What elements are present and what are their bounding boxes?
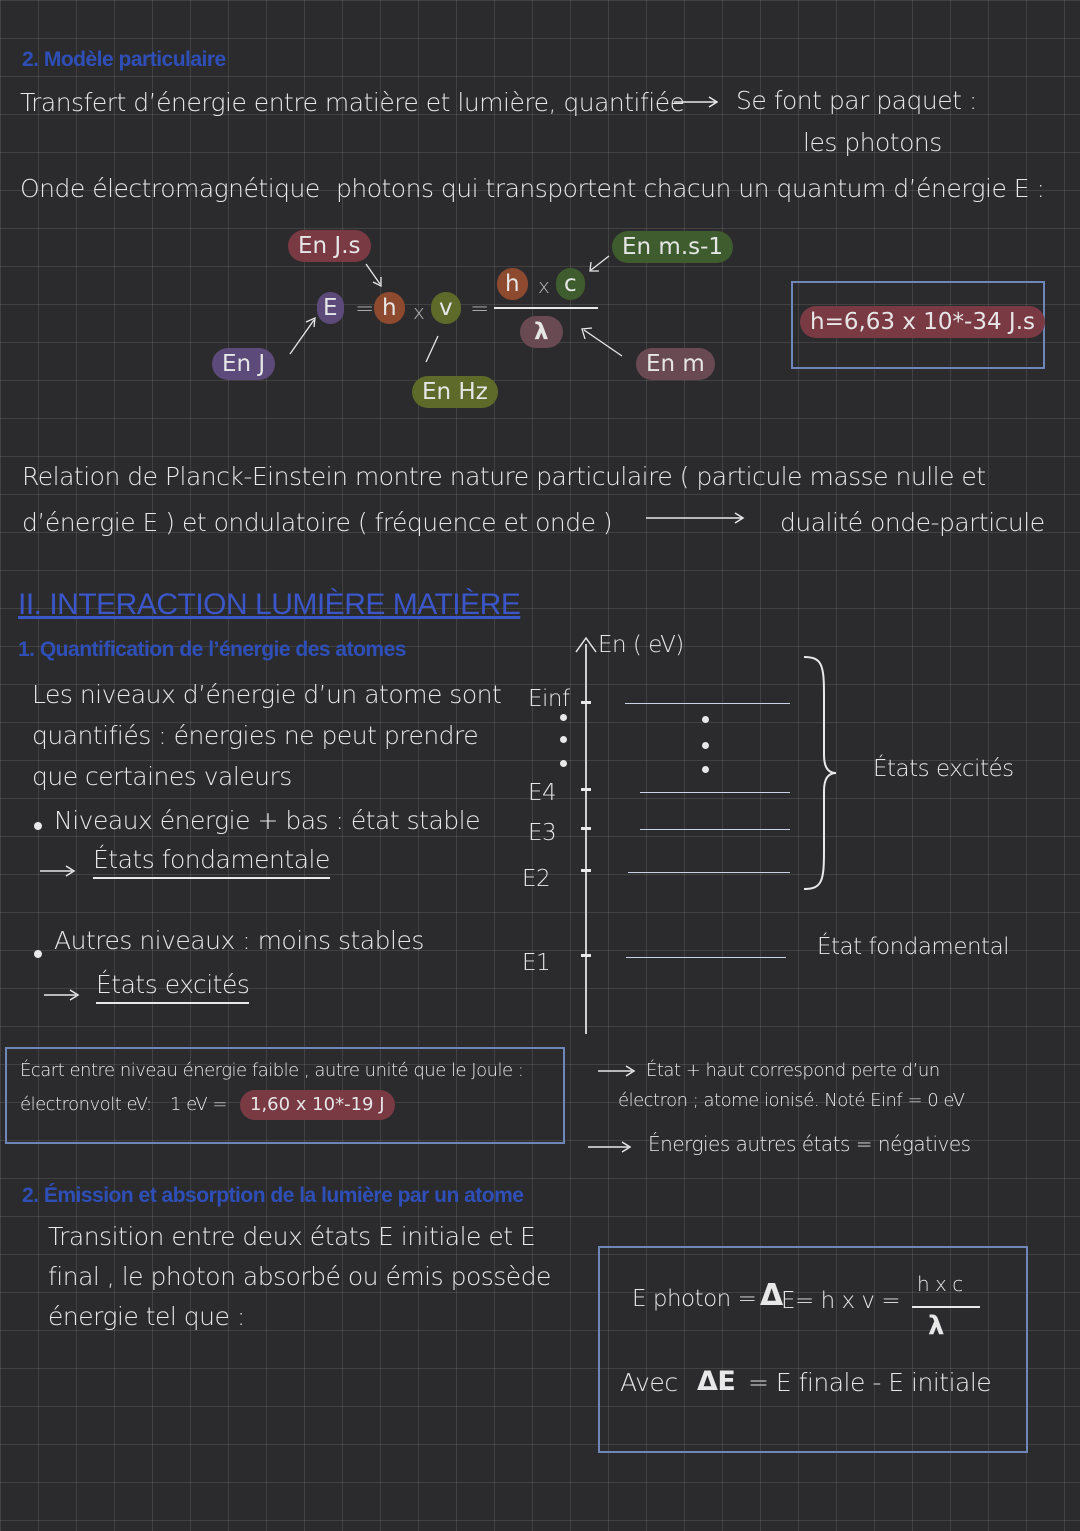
fraction-bar xyxy=(494,307,598,309)
formula-h-num: h xyxy=(497,268,528,300)
bullet-stable: Niveaux énergie + bas : état stable xyxy=(54,806,480,835)
excited-state-label: États excités xyxy=(96,970,250,1004)
section-heading-particle: 2. Modèle particulaire xyxy=(22,48,226,71)
relation-text-1: Relation de Planck-Einstein montre natur… xyxy=(22,462,986,491)
equals-sign: = xyxy=(470,296,489,322)
delta-e-symbol: ΔE xyxy=(697,1366,736,1397)
formula-c: c xyxy=(556,268,585,300)
ellipsis-dot xyxy=(702,716,709,723)
ellipsis-dot xyxy=(560,714,567,721)
bullet-icon xyxy=(34,950,42,958)
curly-brace-icon xyxy=(803,656,837,890)
times-sign: x xyxy=(538,274,550,298)
formula-h: h xyxy=(374,292,405,324)
level-e1-line xyxy=(626,957,786,958)
ev-box-text-1: Écart entre niveau énergie faible , autr… xyxy=(20,1060,524,1081)
level-e3-line xyxy=(640,829,790,830)
arrow-right-icon xyxy=(674,96,719,108)
fraction-bar xyxy=(912,1306,980,1308)
note-negative: Énergies autres états = négatives xyxy=(648,1132,971,1156)
equals-sign: = xyxy=(355,296,374,322)
photons-label: les photons xyxy=(803,128,942,157)
ground-state-diagram-label: État fondamental xyxy=(817,934,1010,960)
times-sign: x xyxy=(413,300,425,324)
arrow-icon xyxy=(589,255,610,272)
ellipsis-dot xyxy=(702,766,709,773)
avec-label: Avec xyxy=(620,1368,678,1397)
unit-j-label: En J xyxy=(212,348,276,380)
formula-e: E xyxy=(317,292,344,324)
section-title-interaction: II. INTERACTION LUMIÈRE MATIÈRE xyxy=(18,588,521,621)
arrow-right-icon xyxy=(44,989,80,1001)
ev-box-text-3: 1 eV = xyxy=(170,1094,227,1115)
levels-text-1: Les niveaux d’énergie d’un atome sont xyxy=(32,680,502,709)
bullet-icon xyxy=(34,822,42,830)
delta-e-definition: = E finale - E initiale xyxy=(748,1368,992,1397)
axis-label: En ( eV) xyxy=(598,632,684,658)
formula-lambda: λ xyxy=(520,316,563,348)
arrow-icon xyxy=(581,327,623,357)
levels-text-2: quantifiés : énergies ne peut prendre xyxy=(32,721,479,750)
level-tick xyxy=(581,788,591,791)
arrow-icon xyxy=(425,335,439,363)
note-ionized-1: État + haut correspond perte d’un xyxy=(646,1060,940,1081)
unit-ms-label: En m.s-1 xyxy=(612,231,734,263)
arrow-right-icon xyxy=(40,865,76,877)
level-e2-line xyxy=(628,872,790,873)
subsection-heading-2: 2. Émission et absorption de la lumière … xyxy=(22,1184,524,1207)
level-einf-label: Einf xyxy=(528,686,570,712)
wave-label: Onde électromagnétique xyxy=(20,174,320,203)
arrow-up-icon xyxy=(575,636,597,653)
excited-states-label: États excités xyxy=(873,756,1014,782)
arrow-icon xyxy=(289,316,316,355)
level-e4-label: E4 xyxy=(528,780,557,806)
ellipsis-dot xyxy=(560,760,567,767)
bullet-other-levels: Autres niveaux : moins stables xyxy=(54,926,424,955)
packet-text: Se font par paquet : xyxy=(736,86,977,115)
photon-energy-mid: E= h x v = xyxy=(781,1288,901,1314)
photons-text: photons qui transportent chacun un quant… xyxy=(336,174,1045,203)
level-e3-label: E3 xyxy=(528,820,557,846)
transition-text-1: Transition entre deux états E initiale e… xyxy=(48,1222,536,1251)
transition-text-2: final , le photon absorbé ou émis possèd… xyxy=(48,1262,551,1291)
arrow-icon xyxy=(365,263,382,288)
level-e1-label: E1 xyxy=(522,950,551,976)
transition-text-3: énergie tel que : xyxy=(48,1302,245,1331)
relation-text-2: d’énergie E ) et ondulatoire ( fréquence… xyxy=(22,508,613,537)
photon-fraction-num: h x c xyxy=(917,1272,963,1296)
arrow-right-icon xyxy=(598,1065,636,1077)
unit-m-label: En m xyxy=(636,348,715,380)
arrow-right-icon xyxy=(646,512,745,524)
ground-state-label: États fondamentale xyxy=(93,845,330,879)
ellipsis-dot xyxy=(560,736,567,743)
duality-text: dualité onde-particule xyxy=(780,508,1045,537)
transfer-text: Transfert d’énergie entre matière et lum… xyxy=(20,88,685,117)
photon-formula-box xyxy=(598,1246,1028,1453)
ev-value: 1,60 x 10*-19 J xyxy=(240,1090,395,1120)
level-tick xyxy=(581,869,591,872)
level-einf-line xyxy=(625,703,790,704)
unit-js-label: En J.s xyxy=(288,230,371,262)
level-tick xyxy=(581,827,591,830)
delta-symbol: Δ xyxy=(760,1278,783,1313)
level-e2-label: E2 xyxy=(522,866,551,892)
level-tick xyxy=(581,954,591,957)
levels-text-3: que certaines valeurs xyxy=(32,762,292,791)
ev-box-text-2: électronvolt eV: xyxy=(20,1094,152,1115)
subsection-heading-1: 1. Quantification de l’énergie des atome… xyxy=(18,638,406,661)
photon-energy-lhs: E photon = xyxy=(632,1286,757,1312)
arrow-right-icon xyxy=(588,1141,632,1153)
formula-nu: v xyxy=(431,292,461,324)
photon-fraction-den: λ xyxy=(928,1311,944,1341)
ellipsis-dot xyxy=(702,742,709,749)
note-ionized-2: électron ; atome ionisé. Noté Einf = 0 e… xyxy=(618,1090,965,1111)
level-tick xyxy=(581,701,591,704)
unit-hz-label: En Hz xyxy=(412,376,498,408)
planck-constant: h=6,63 x 10*-34 J.s xyxy=(800,306,1046,338)
level-e4-line xyxy=(640,792,790,793)
